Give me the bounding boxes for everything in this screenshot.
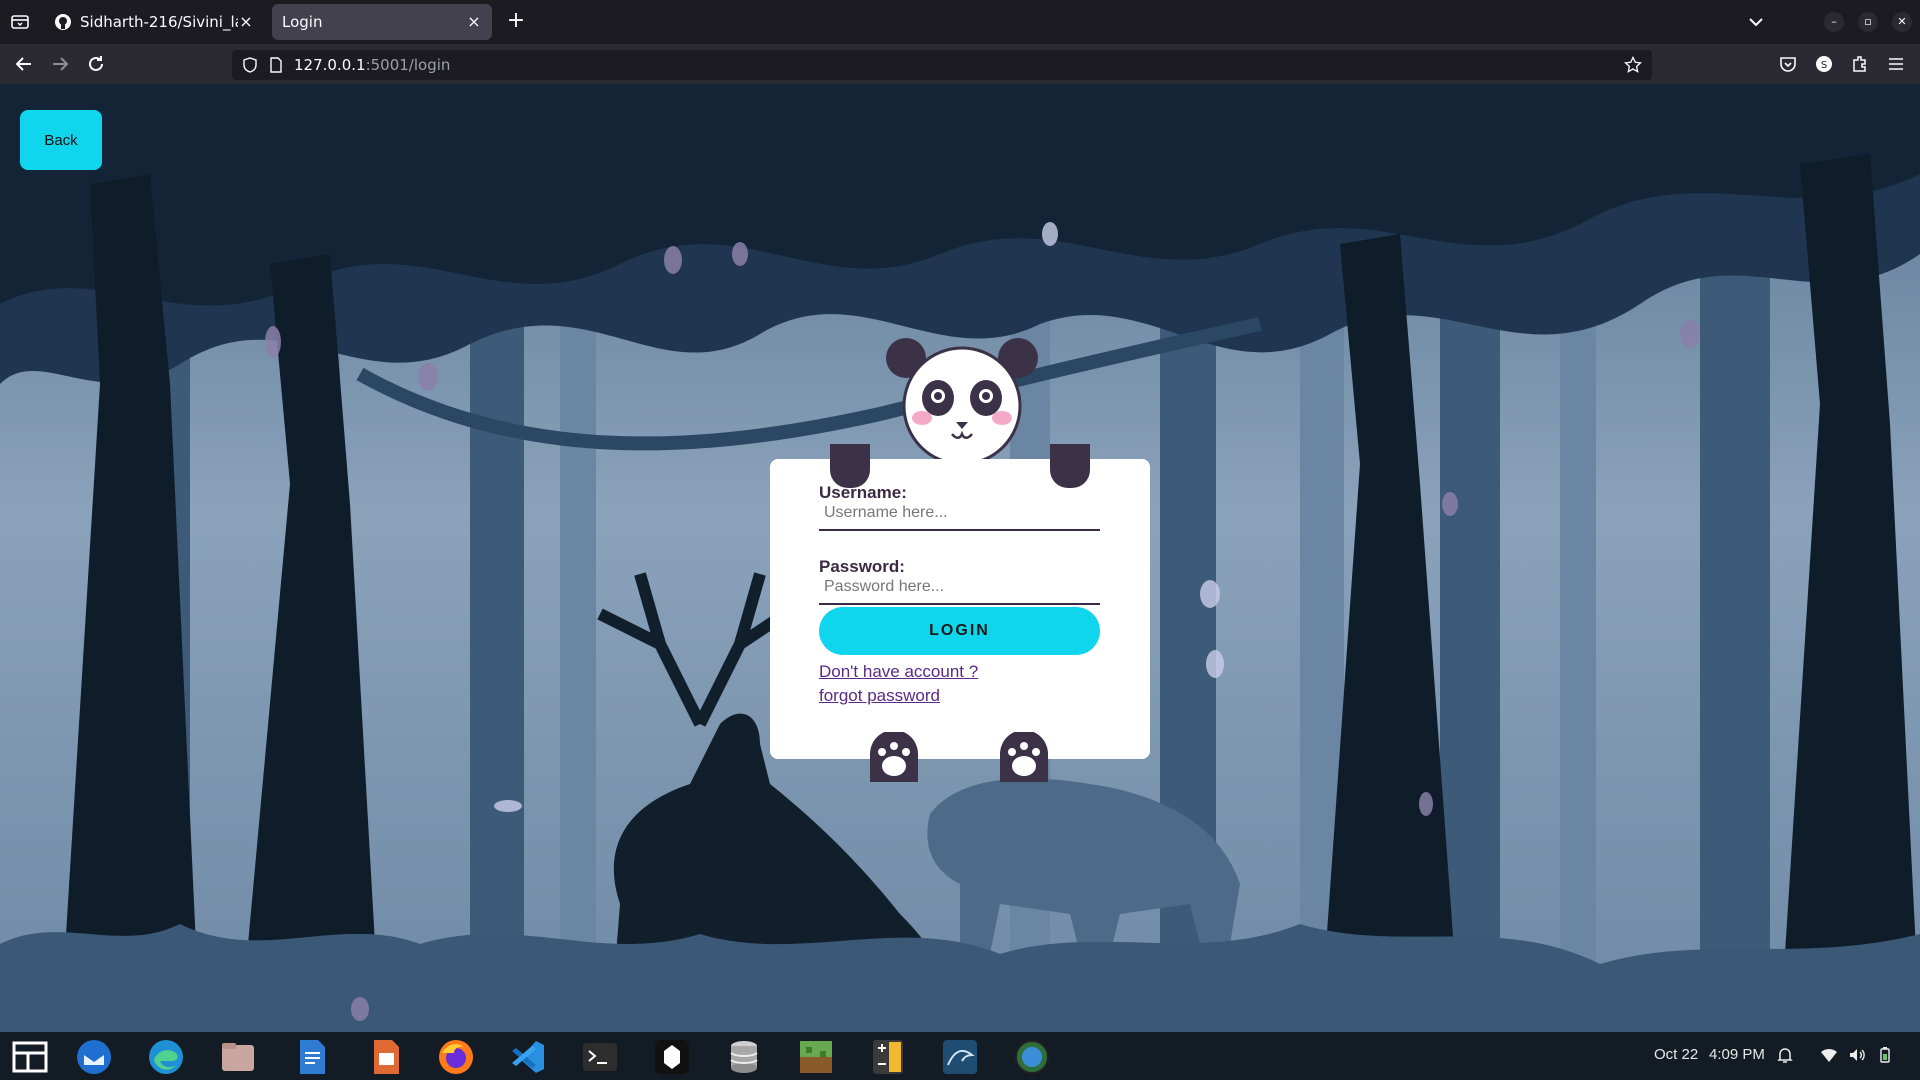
- shield-icon[interactable]: [242, 57, 258, 73]
- address-bar[interactable]: 127.0.0.1:5001/login: [232, 50, 1652, 80]
- url-host: 127.0.0.1: [294, 56, 366, 74]
- account-icon[interactable]: S: [1814, 54, 1834, 74]
- github-icon: [55, 14, 71, 30]
- url-path: :5001/login: [365, 56, 451, 74]
- calculator-icon[interactable]: [868, 1037, 908, 1077]
- impress-icon[interactable]: [366, 1037, 406, 1077]
- mysql-workbench-icon[interactable]: [940, 1037, 980, 1077]
- volume-icon[interactable]: [1848, 1046, 1866, 1064]
- chevron-down-icon[interactable]: [1746, 12, 1766, 32]
- notification-bell-icon[interactable]: [1776, 1046, 1794, 1064]
- panda-right-hand: [1050, 444, 1090, 488]
- firefox-icon[interactable]: [436, 1037, 476, 1077]
- database-icon[interactable]: [724, 1037, 764, 1077]
- edge-icon[interactable]: [146, 1037, 186, 1077]
- forgot-password-link[interactable]: forgot password: [819, 686, 940, 706]
- system-taskbar: Oct 22 4:09 PM: [0, 1032, 1920, 1080]
- wifi-icon[interactable]: [1820, 1046, 1838, 1064]
- tab-list-icon[interactable]: [8, 10, 32, 34]
- close-icon[interactable]: ×: [238, 14, 254, 30]
- writer-icon[interactable]: [292, 1037, 332, 1077]
- menu-icon[interactable]: [1886, 54, 1906, 74]
- svg-text:S: S: [1821, 60, 1827, 71]
- back-arrow-icon[interactable]: [12, 52, 36, 76]
- battery-icon[interactable]: [1876, 1046, 1894, 1064]
- url-text[interactable]: 127.0.0.1:5001/login: [294, 56, 450, 74]
- taskbar-date[interactable]: Oct 22: [1654, 1046, 1698, 1063]
- signup-link[interactable]: Don't have account ?: [819, 662, 978, 682]
- new-tab-button[interactable]: +: [505, 10, 527, 33]
- app-grid-icon[interactable]: [10, 1037, 50, 1077]
- password-input[interactable]: [819, 571, 1100, 605]
- vscode-icon[interactable]: [508, 1037, 548, 1077]
- forward-arrow-icon[interactable]: [48, 52, 72, 76]
- terminal-icon[interactable]: [580, 1037, 620, 1077]
- tab-github[interactable]: Sidharth-216/Sivini_law_ ×: [44, 4, 264, 40]
- globe-app-icon[interactable]: [1012, 1037, 1052, 1077]
- minecraft-icon[interactable]: [796, 1037, 836, 1077]
- browser-nav-bar: 127.0.0.1:5001/login S: [0, 44, 1920, 84]
- tab-login[interactable]: Login ×: [272, 4, 492, 40]
- username-input[interactable]: [819, 497, 1100, 531]
- login-button[interactable]: LOGIN: [819, 607, 1100, 655]
- reload-icon[interactable]: [84, 52, 108, 76]
- extensions-icon[interactable]: [1850, 54, 1870, 74]
- panda-left-paw-icon: [870, 732, 918, 782]
- panda-head-icon: [886, 338, 1038, 464]
- close-icon[interactable]: ×: [466, 14, 482, 30]
- maximize-button[interactable]: ▫: [1858, 12, 1878, 32]
- panda-right-paw-icon: [1000, 732, 1048, 782]
- bookmark-star-icon[interactable]: [1624, 56, 1642, 74]
- panda-left-hand: [830, 444, 870, 488]
- thunderbird-icon[interactable]: [74, 1037, 114, 1077]
- pocket-icon[interactable]: [1778, 54, 1798, 74]
- tab-title: Sidharth-216/Sivini_law_: [80, 13, 238, 31]
- minimize-button[interactable]: –: [1824, 12, 1844, 32]
- login-page: Back Username: Password: LOGIN Don't hav…: [0, 84, 1920, 1032]
- browser-tab-bar: Sidharth-216/Sivini_law_ × Login × + – ▫…: [0, 0, 1920, 44]
- tab-title: Login: [282, 13, 323, 31]
- page-icon[interactable]: [268, 57, 284, 73]
- login-card: Username: Password: LOGIN Don't have acc…: [770, 459, 1150, 759]
- close-window-button[interactable]: ✕: [1892, 12, 1912, 32]
- back-button[interactable]: Back: [20, 110, 102, 170]
- taskbar-time[interactable]: 4:09 PM: [1709, 1046, 1765, 1063]
- inkscape-icon[interactable]: [652, 1037, 692, 1077]
- files-icon[interactable]: [218, 1037, 258, 1077]
